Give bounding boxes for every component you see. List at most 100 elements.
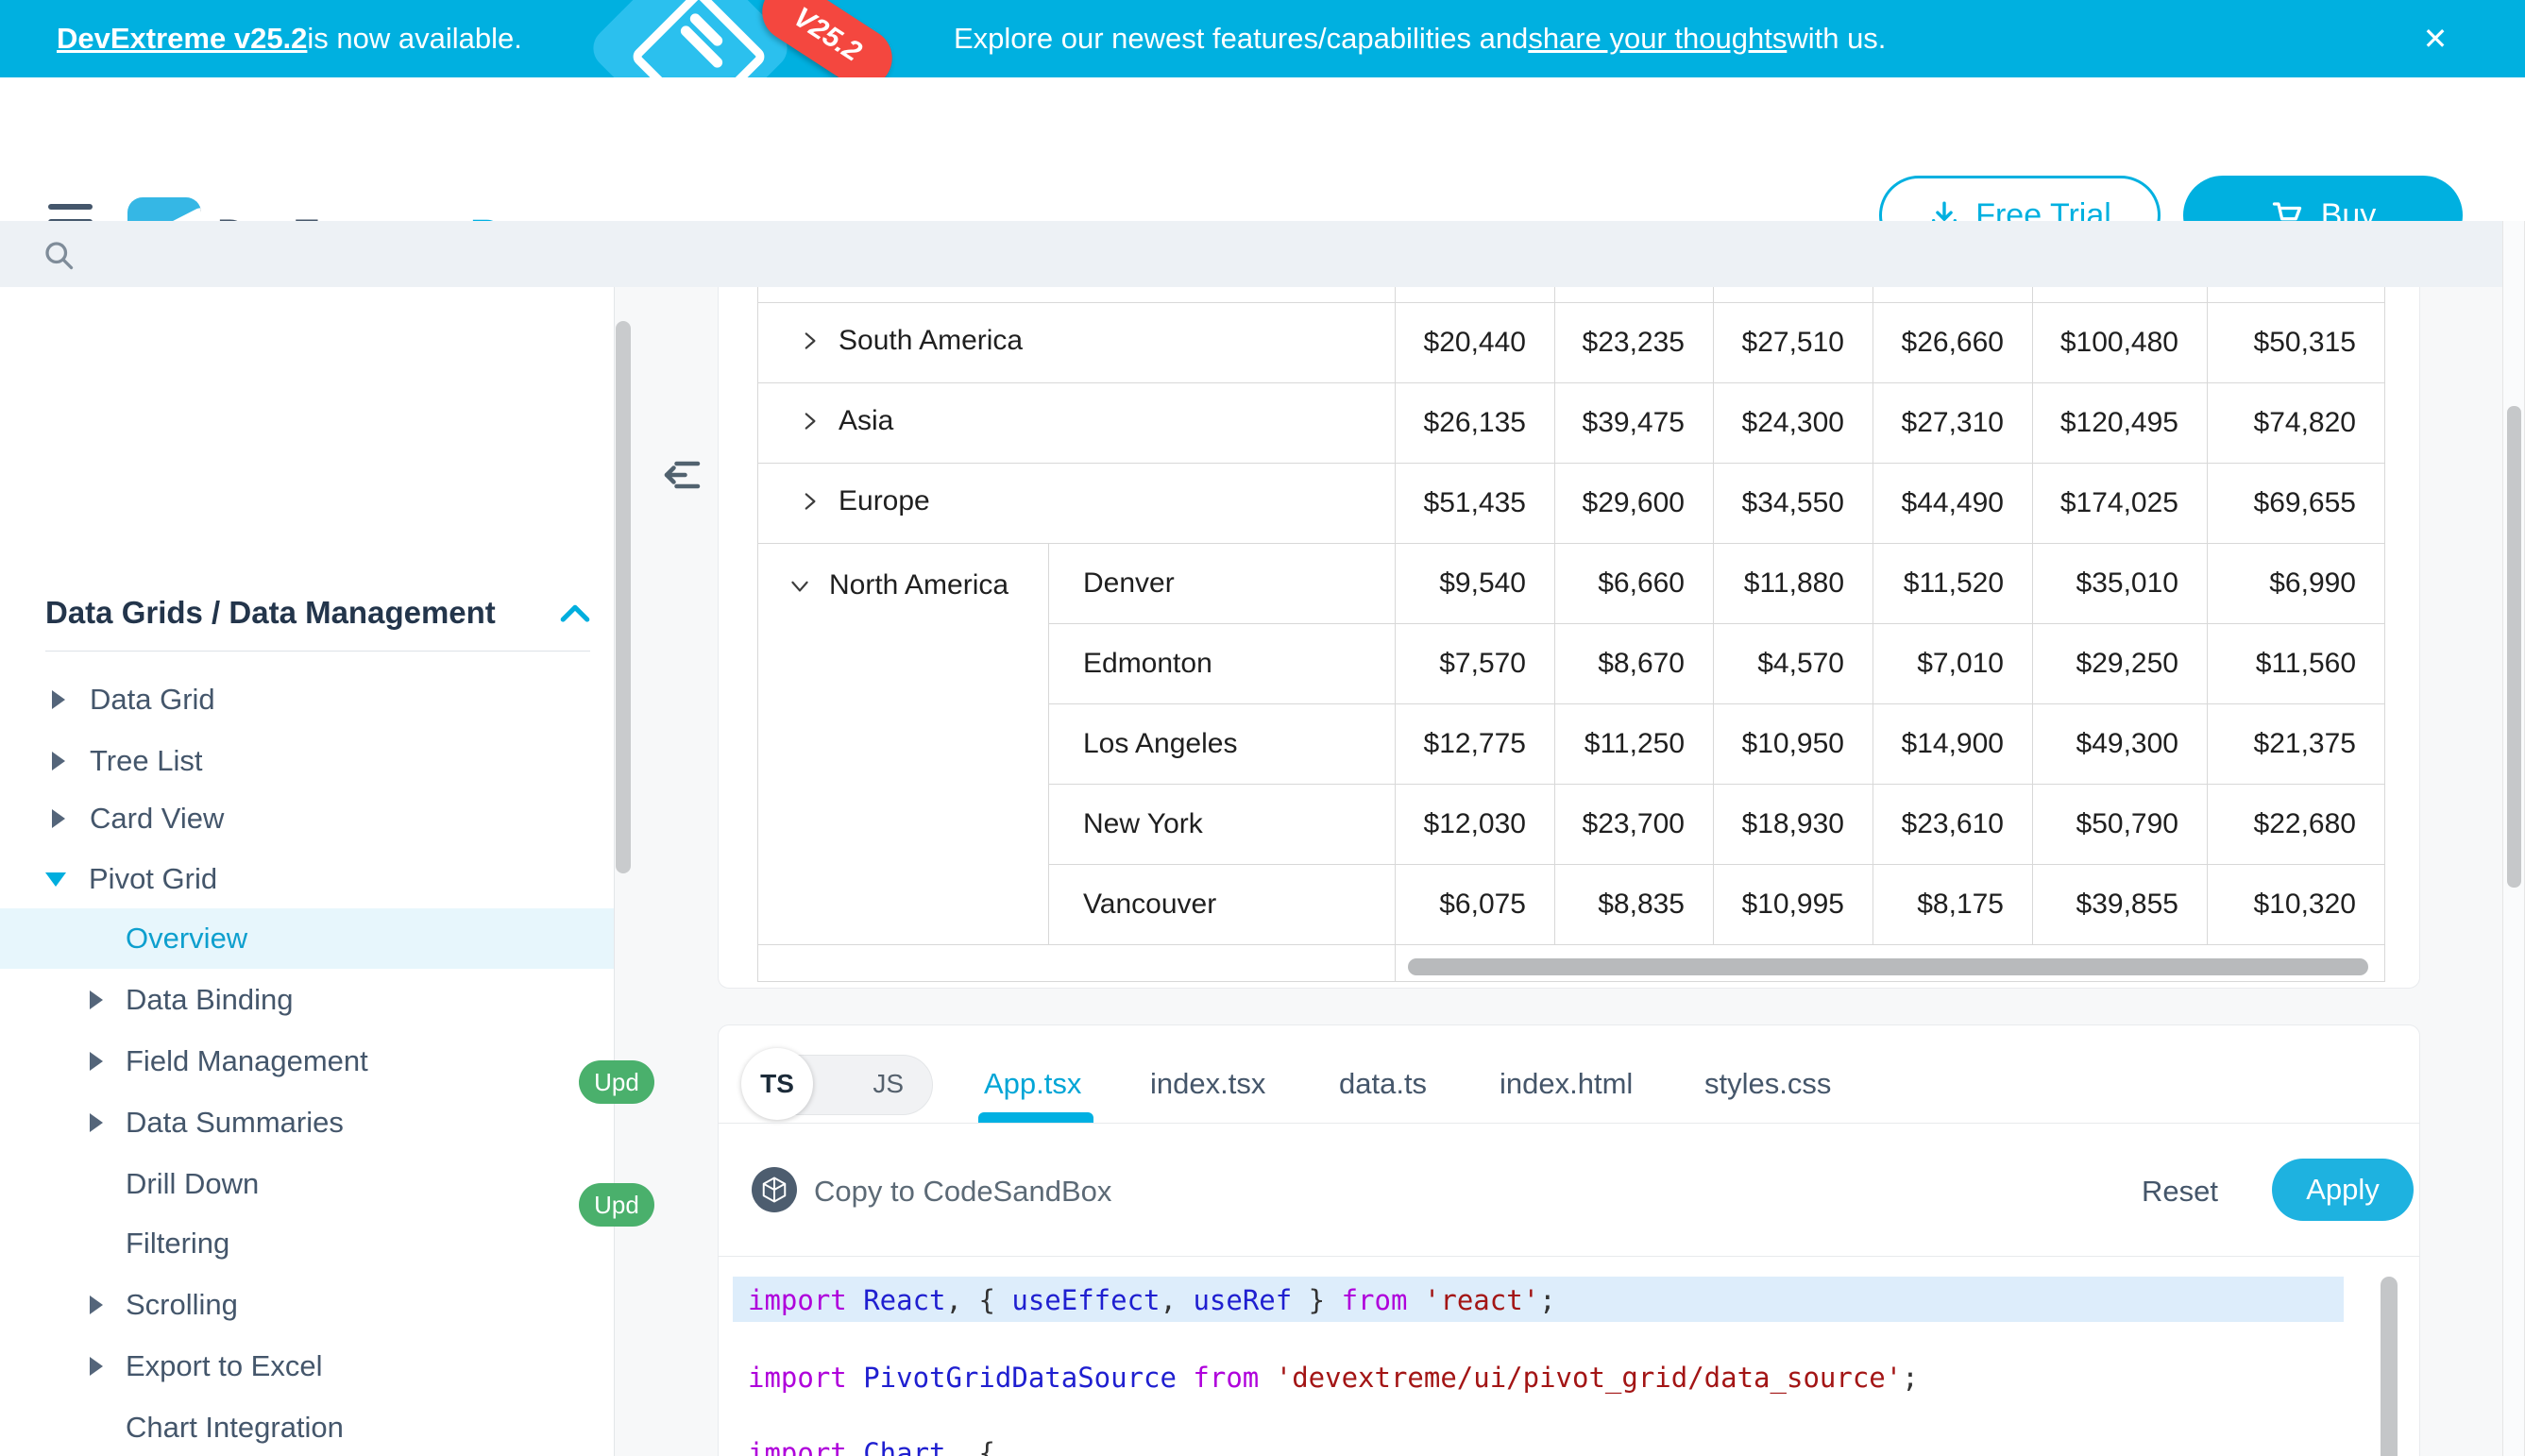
collapse-sidebar-icon[interactable] <box>664 457 703 493</box>
data-cell[interactable]: $11,880 <box>1714 544 1873 624</box>
data-cell[interactable]: $50,315 <box>2208 303 2385 383</box>
sidebar-scrollbar[interactable] <box>616 321 631 873</box>
data-cell[interactable]: $6,990 <box>2208 544 2385 624</box>
sidebar-item-data-grid[interactable]: Data Grid Upd <box>52 669 215 730</box>
ts-toggle-knob[interactable]: TS <box>741 1048 813 1120</box>
data-cell[interactable]: $21,375 <box>2208 704 2385 785</box>
share-your-thoughts-link[interactable]: share your thoughts <box>1528 22 1787 56</box>
code-line-1[interactable]: import React, { useEffect, useRef } from… <box>748 1284 1556 1316</box>
data-cell[interactable]: $11,250 <box>1555 704 1714 785</box>
row-header-cell-north-america[interactable]: North America <box>758 544 1049 945</box>
sidebar-item-overview[interactable]: Overview <box>0 908 614 969</box>
data-cell[interactable]: $14,900 <box>1873 704 2033 785</box>
row-header-cell[interactable]: Europe <box>758 464 1396 544</box>
row-header-cell[interactable]: Los Angeles <box>1049 704 1396 785</box>
row-header-cell[interactable]: New York <box>1049 785 1396 865</box>
codesandbox-icon[interactable] <box>752 1167 797 1212</box>
data-cell[interactable]: $11,520 <box>1873 544 2033 624</box>
data-cell[interactable]: $51,435 <box>1396 464 1555 544</box>
data-cell[interactable]: $23,700 <box>1555 785 1714 865</box>
data-cell[interactable]: $39,475 <box>1555 383 1714 464</box>
data-cell[interactable]: $174,025 <box>2033 464 2208 544</box>
data-cell[interactable]: $29,600 <box>1555 464 1714 544</box>
table-hscrollbar-thumb[interactable] <box>1408 958 2368 975</box>
data-cell[interactable]: $10,950 <box>1714 704 1873 785</box>
data-cell[interactable]: $10,995 <box>1714 865 1873 945</box>
sidebar-item-scrolling[interactable]: Scrolling <box>90 1275 238 1335</box>
data-cell[interactable]: $20,440 <box>1396 303 1555 383</box>
data-cell[interactable]: $4,570 <box>1714 624 1873 704</box>
sidebar-item-filtering[interactable]: Filtering <box>126 1213 229 1274</box>
data-cell[interactable]: $12,030 <box>1396 785 1555 865</box>
tab-styles-css[interactable]: styles.css <box>1704 1067 1831 1101</box>
data-cell[interactable]: $44,490 <box>1873 464 2033 544</box>
data-cell[interactable]: $26,660 <box>1873 303 2033 383</box>
data-cell[interactable]: $18,930 <box>1714 785 1873 865</box>
copy-to-codesandbox-button[interactable]: Copy to CodeSandBox <box>814 1175 1111 1209</box>
data-cell[interactable]: $22,680 <box>2208 785 2385 865</box>
row-header-cell[interactable]: South America <box>758 303 1396 383</box>
row-header-cell[interactable]: Denver <box>1049 544 1396 624</box>
table-hscrollbar-track[interactable] <box>1396 945 2385 982</box>
data-cell[interactable]: $9,540 <box>1396 544 1555 624</box>
ts-js-toggle[interactable]: TS JS <box>746 1055 933 1115</box>
sidebar-item-export-to-excel[interactable]: Export to Excel <box>90 1336 322 1397</box>
data-cell[interactable]: $8,670 <box>1555 624 1714 704</box>
row-header-cell[interactable]: Asia <box>758 383 1396 464</box>
data-cell[interactable]: $26,135 <box>1396 383 1555 464</box>
data-cell[interactable]: $35,010 <box>2033 544 2208 624</box>
sidebar-item-chart-integration[interactable]: Chart Integration <box>126 1397 344 1456</box>
data-cell[interactable]: $29,250 <box>2033 624 2208 704</box>
data-cell[interactable]: $6,660 <box>1555 544 1714 624</box>
sidebar-item-data-binding[interactable]: Data Binding <box>90 970 294 1030</box>
data-cell[interactable]: $27,310 <box>1873 383 2033 464</box>
row-header-cell[interactable]: Edmonton <box>1049 624 1396 704</box>
sidebar-item-card-view[interactable]: Card View <box>52 788 224 849</box>
tab-app-tsx[interactable]: App.tsx <box>984 1067 1081 1101</box>
banner-version-link[interactable]: DevExtreme v25.2 <box>57 22 307 56</box>
data-cell[interactable]: $50,790 <box>2033 785 2208 865</box>
sidebar-item-drill-down[interactable]: Drill Down <box>126 1154 259 1214</box>
sidebar-item-tree-list[interactable]: Tree List Upd <box>52 731 202 791</box>
chevron-up-icon[interactable] <box>559 601 591 625</box>
data-cell[interactable]: $8,835 <box>1555 865 1714 945</box>
expand-row-icon[interactable] <box>797 489 822 514</box>
data-cell[interactable]: $8,175 <box>1873 865 2033 945</box>
data-cell[interactable]: $74,820 <box>2208 383 2385 464</box>
data-cell[interactable]: $7,570 <box>1396 624 1555 704</box>
sidebar-section-data-grids[interactable]: Data Grids / Data Management <box>45 595 496 631</box>
data-cell[interactable]: $12,775 <box>1396 704 1555 785</box>
sidebar-item-pivot-grid[interactable]: Pivot Grid <box>45 849 217 909</box>
code-line-3[interactable]: import Chart, { <box>748 1437 995 1456</box>
data-cell[interactable]: $24,300 <box>1714 383 1873 464</box>
code-scrollbar-thumb[interactable] <box>2381 1277 2398 1456</box>
data-cell[interactable]: $39,855 <box>2033 865 2208 945</box>
data-cell[interactable]: $100,480 <box>2033 303 2208 383</box>
apply-button[interactable]: Apply <box>2272 1159 2414 1221</box>
expand-row-icon[interactable] <box>797 409 822 433</box>
data-cell[interactable]: $10,320 <box>2208 865 2385 945</box>
banner-close-icon[interactable]: ✕ <box>2414 17 2457 60</box>
collapse-row-icon[interactable] <box>788 573 812 598</box>
data-cell[interactable]: $23,235 <box>1555 303 1714 383</box>
row-header-cell[interactable]: Vancouver <box>1049 865 1396 945</box>
data-cell[interactable]: $69,655 <box>2208 464 2385 544</box>
js-toggle-label[interactable]: JS <box>873 1069 904 1099</box>
data-cell[interactable]: $27,510 <box>1714 303 1873 383</box>
tab-index-html[interactable]: index.html <box>1500 1067 1633 1101</box>
data-cell[interactable]: $120,495 <box>2033 383 2208 464</box>
reset-button[interactable]: Reset <box>2142 1175 2218 1209</box>
tab-data-ts[interactable]: data.ts <box>1339 1067 1427 1101</box>
data-cell[interactable]: $23,610 <box>1873 785 2033 865</box>
expand-row-icon[interactable] <box>797 329 822 353</box>
data-cell[interactable]: $7,010 <box>1873 624 2033 704</box>
code-line-2[interactable]: import PivotGridDataSource from 'devextr… <box>748 1362 1919 1394</box>
data-cell[interactable]: $6,075 <box>1396 865 1555 945</box>
sidebar-item-data-summaries[interactable]: Data Summaries <box>90 1092 344 1153</box>
page-scrollbar-thumb[interactable] <box>2507 406 2521 888</box>
data-cell[interactable]: $49,300 <box>2033 704 2208 785</box>
sidebar-item-field-management[interactable]: Field Management <box>90 1031 368 1092</box>
data-cell[interactable]: $34,550 <box>1714 464 1873 544</box>
data-cell[interactable]: $11,560 <box>2208 624 2385 704</box>
tab-index-tsx[interactable]: index.tsx <box>1150 1067 1265 1101</box>
